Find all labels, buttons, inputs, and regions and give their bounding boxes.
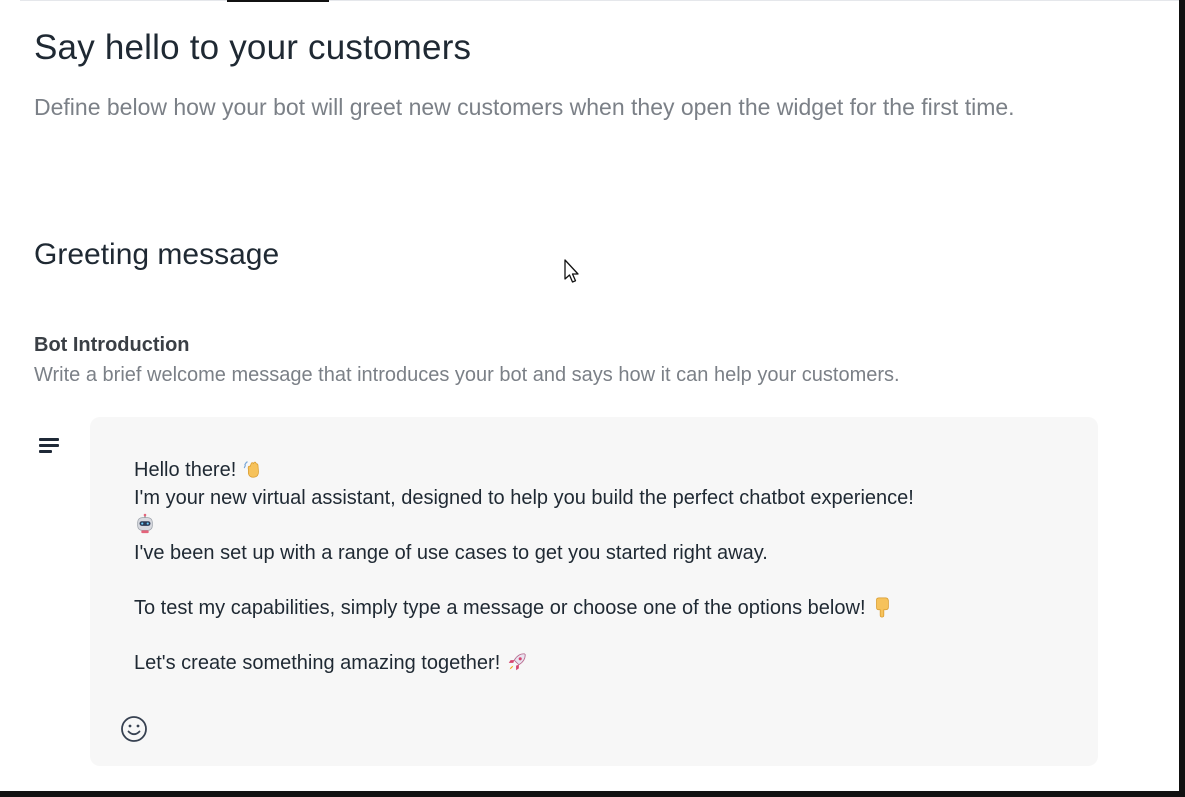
rocket-icon (508, 652, 526, 670)
message-line-2: I'm your new virtual assistant, designed… (134, 486, 914, 509)
field-label: Bot Introduction (34, 334, 190, 356)
page-subtitle: Define below how your bot will greet new… (34, 94, 1015, 120)
pointing-down-icon (876, 596, 889, 617)
mouse-cursor-icon (564, 259, 579, 283)
window-frame-bottom (0, 791, 1185, 797)
waving-hand-icon (243, 461, 259, 478)
page-title: Say hello to your customers (34, 28, 472, 67)
message-line-3: I've been set up with a range of use cas… (134, 541, 768, 564)
message-line-1: Hello there! (134, 459, 242, 481)
message-line: Hello there! (134, 457, 1074, 485)
greeting-message-editor[interactable]: Hello there! I'm your new virtual assist… (90, 417, 1098, 766)
message-line-4: To test my capabilities, simply type a m… (134, 596, 872, 619)
robot-icon (137, 513, 153, 534)
smiley-icon[interactable] (120, 715, 148, 743)
section-title: Greeting message (34, 238, 280, 271)
text-format-icon[interactable] (39, 438, 65, 460)
top-border (20, 0, 1179, 1)
field-help-text: Write a brief welcome message that intro… (34, 364, 900, 386)
window-frame-right (1179, 0, 1185, 797)
message-line-5: Let's create something amazing together! (134, 651, 506, 674)
greeting-message-text[interactable]: Hello there! I'm your new virtual assist… (134, 457, 1074, 677)
active-tab-indicator (227, 0, 329, 2)
